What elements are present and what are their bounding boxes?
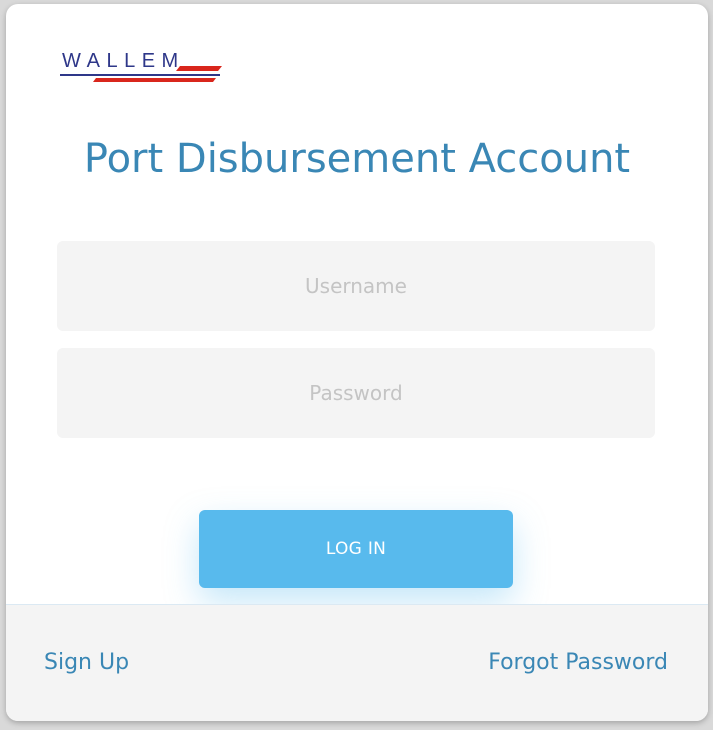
forgot-password-link[interactable]: Forgot Password (488, 650, 668, 675)
login-button[interactable]: LOG IN (199, 510, 513, 588)
username-input[interactable] (57, 241, 655, 331)
logo-text: WALLEM (62, 50, 185, 72)
login-card: WALLEM Port Disbursement Account LOG IN … (6, 4, 708, 721)
signup-link[interactable]: Sign Up (44, 650, 129, 675)
card-footer: Sign Up Forgot Password (6, 604, 708, 721)
wallem-logo: WALLEM (60, 50, 222, 84)
password-input[interactable] (57, 348, 655, 438)
page-title: Port Disbursement Account (83, 136, 631, 182)
